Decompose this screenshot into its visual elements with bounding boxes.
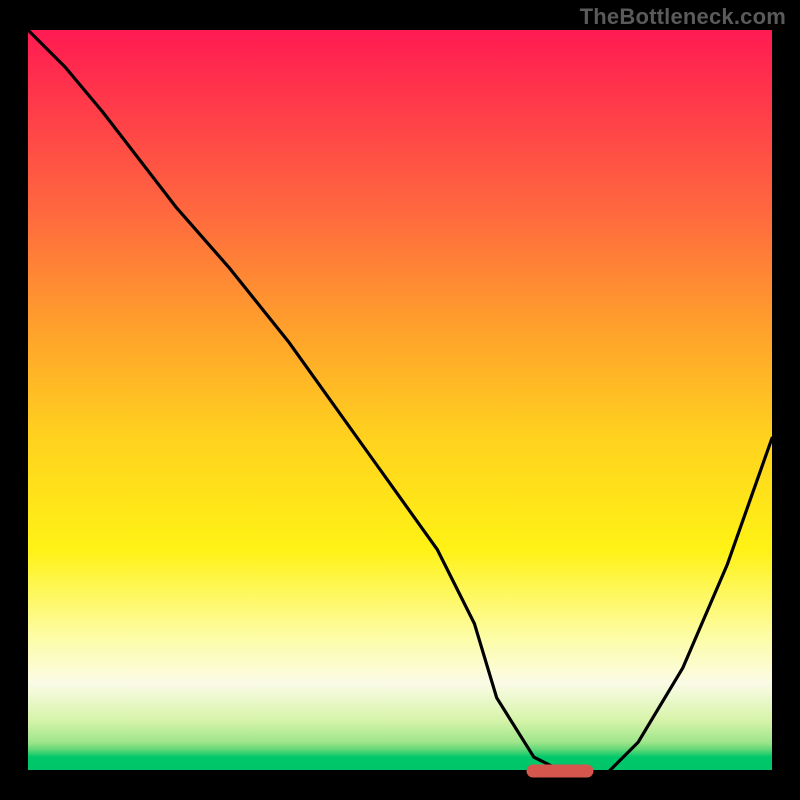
watermark-text: TheBottleneck.com bbox=[580, 4, 786, 30]
plot-area bbox=[28, 30, 772, 772]
chart-svg bbox=[28, 30, 772, 772]
chart-frame: TheBottleneck.com bbox=[0, 0, 800, 800]
series-line bbox=[28, 30, 772, 772]
optimal-marker bbox=[527, 765, 594, 778]
